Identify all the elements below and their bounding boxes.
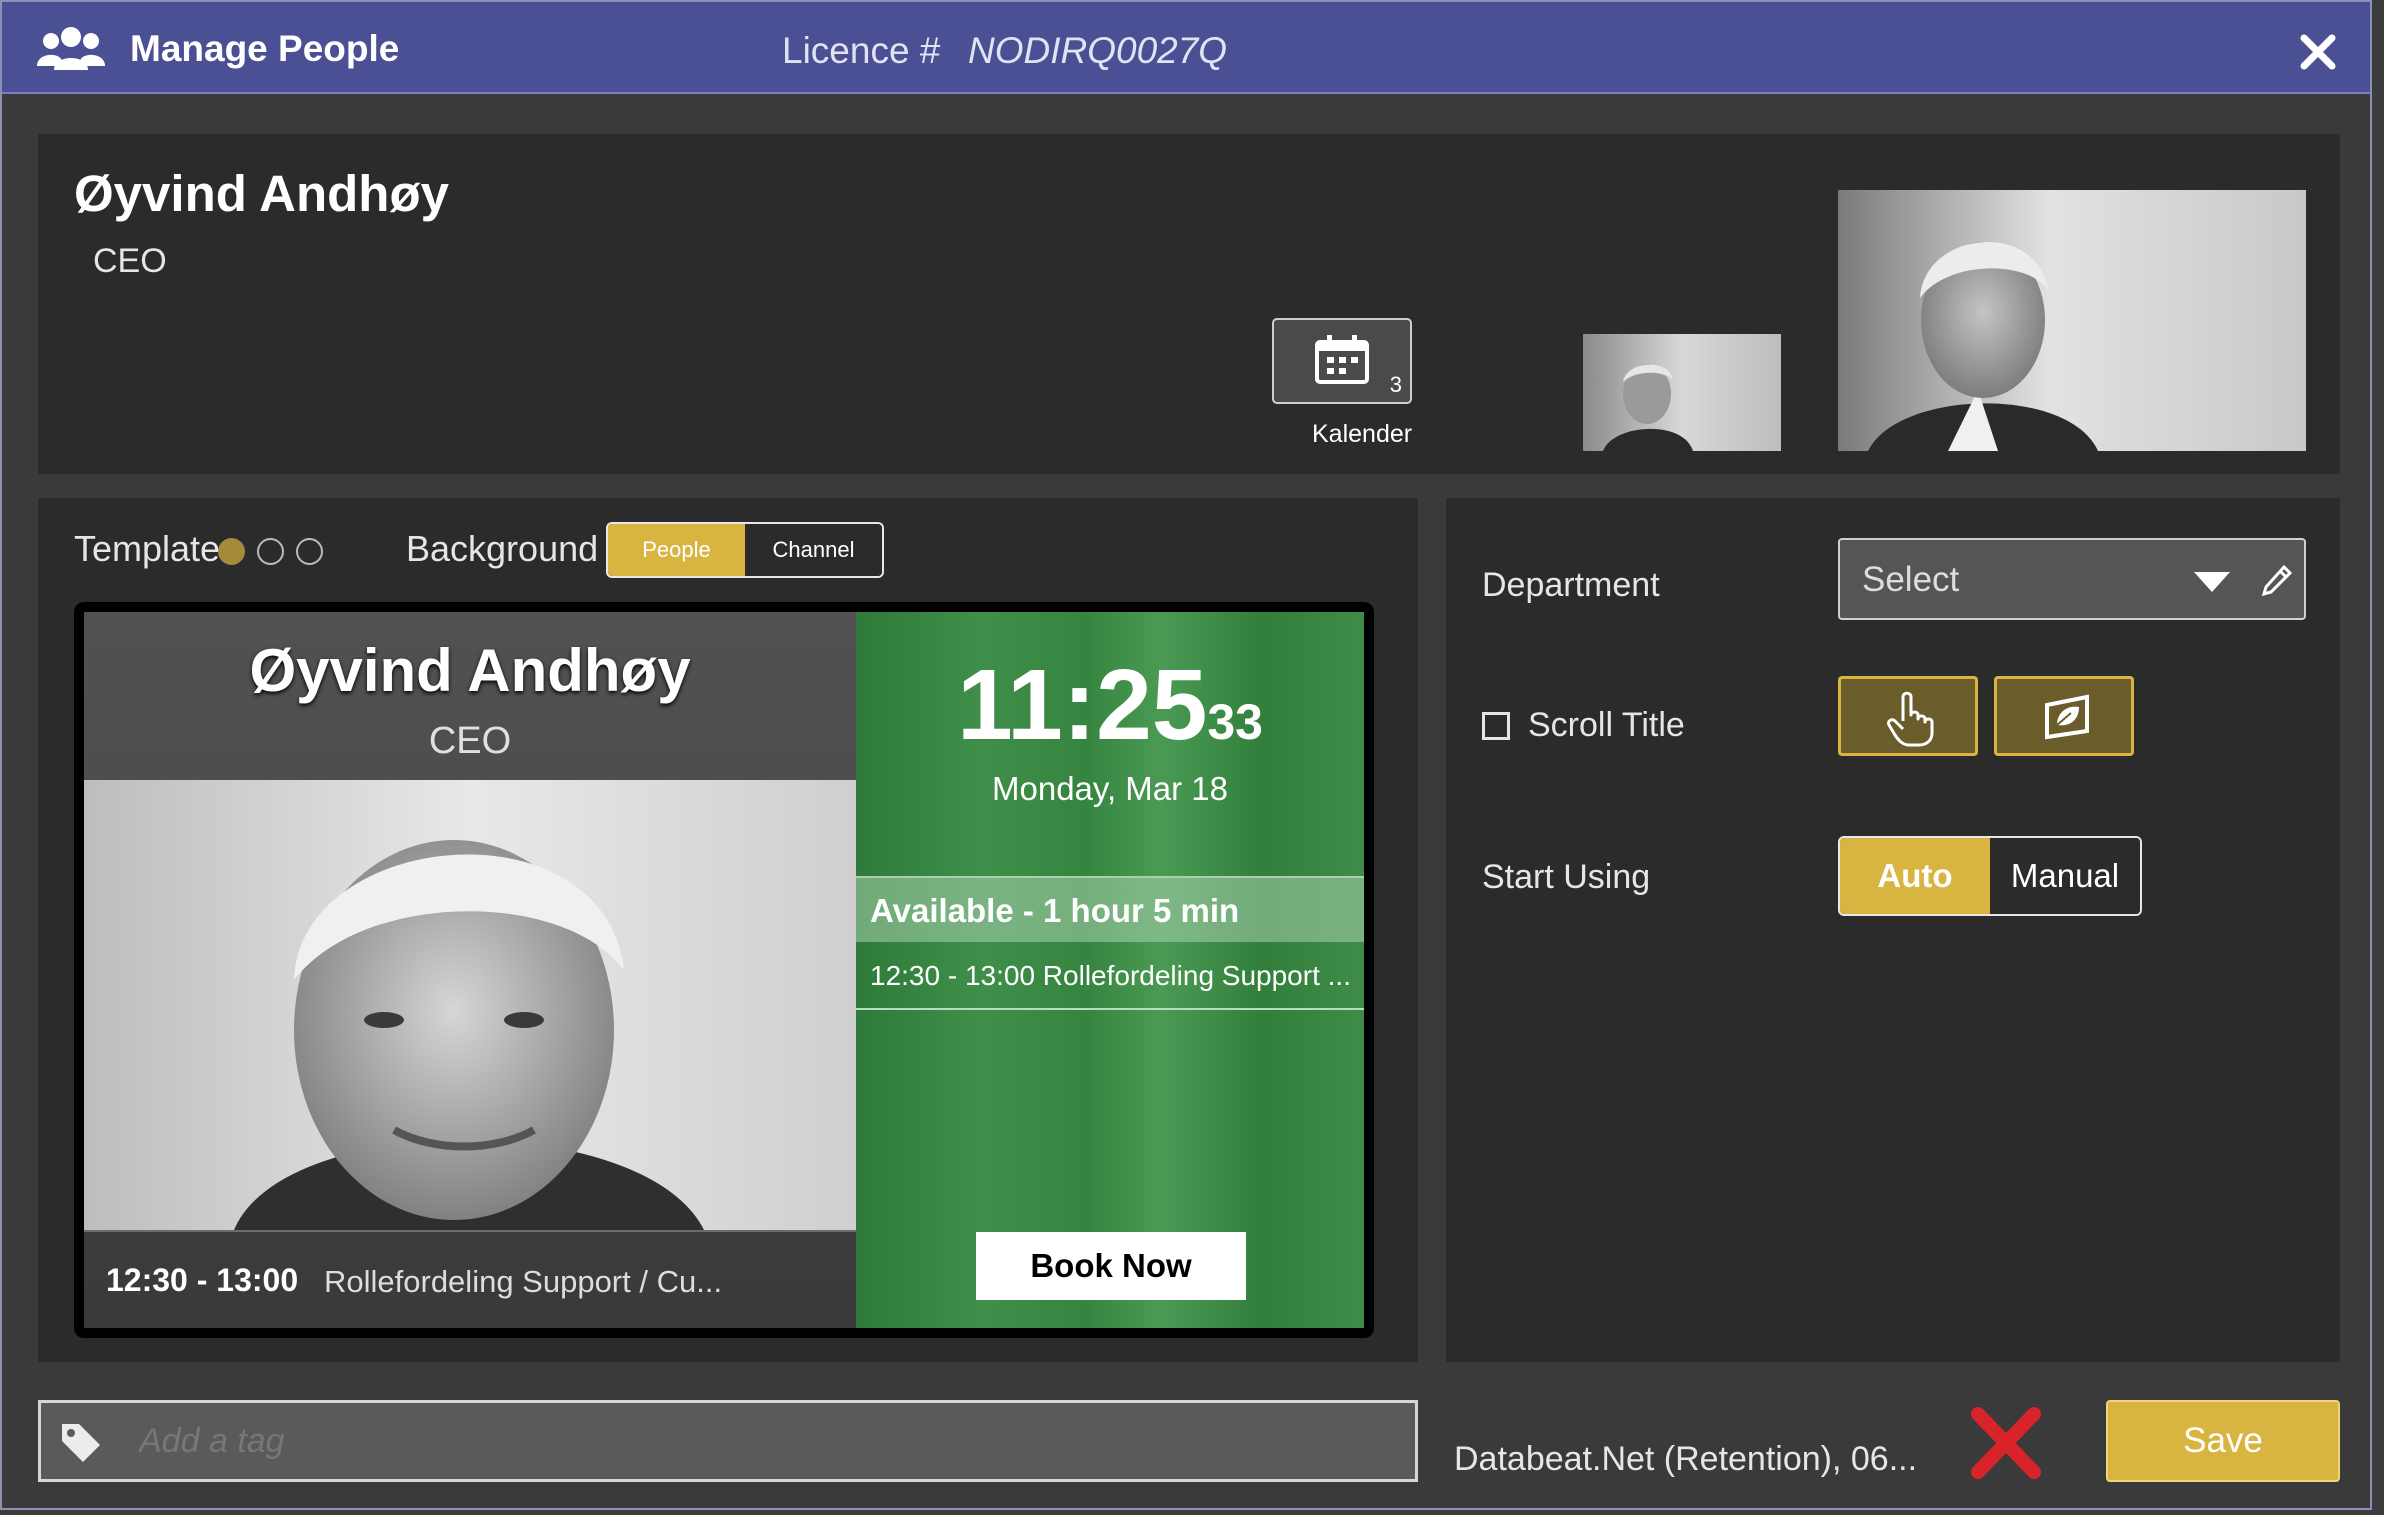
calendar-label: Kalender <box>1312 420 1413 448</box>
template-option-3[interactable] <box>296 538 323 565</box>
template-label: Template <box>74 528 221 569</box>
start-using-auto[interactable]: Auto <box>1840 838 1990 914</box>
preview-schedule-row: 12:30 - 13:00 Rollefordeling Support ... <box>856 942 1364 1010</box>
preview-next-meeting: 12:30 - 13:00 Rollefordeling Support / C… <box>84 1232 856 1328</box>
tag-input[interactable] <box>139 1413 1399 1469</box>
calendar-icon <box>1315 335 1369 384</box>
template-option-2[interactable] <box>257 538 284 565</box>
preview-name-banner: Øyvind Andhøy CEO <box>84 612 856 780</box>
tag-icon <box>62 1424 100 1462</box>
start-using-label: Start Using <box>1482 858 1651 896</box>
eco-mode-button[interactable] <box>1994 676 2134 756</box>
preview-clock-seconds: 33 <box>1207 694 1263 750</box>
channel-status-text: Databeat.Net (Retention), 06... <box>1454 1440 1918 1478</box>
delete-icon[interactable] <box>1968 1406 2044 1482</box>
eco-screen-icon <box>2045 694 2089 740</box>
background-option-people[interactable]: People <box>608 524 745 576</box>
preview-schedule-area: 11:2533 Monday, Mar 18 Available - 1 hou… <box>856 612 1364 1328</box>
close-icon[interactable] <box>2298 32 2338 72</box>
department-label: Department <box>1482 566 1660 604</box>
person-photo-small[interactable] <box>1583 334 1781 451</box>
preview-schedule-text: 12:30 - 13:00 Rollefordeling Support ... <box>870 960 1351 991</box>
preview-person-name: Øyvind Andhøy <box>249 637 691 704</box>
preview-availability-text: Available - 1 hour 5 min <box>870 892 1240 929</box>
preview-clock-time: 11:25 <box>957 649 1208 761</box>
sign-preview: Øyvind Andhøy CEO 12:30 - 13:00 Rollefor… <box>74 602 1374 1338</box>
window-title: Manage People <box>130 28 400 69</box>
start-using-toggle: Auto Manual <box>1838 836 2142 916</box>
settings-panel: Department Select Scroll Title Start Usi… <box>1446 498 2340 1362</box>
department-select[interactable]: Select <box>1838 538 2306 620</box>
preview-person-area: Øyvind Andhøy CEO 12:30 - 13:00 Rollefor… <box>84 612 856 1328</box>
person-title: CEO <box>93 242 167 280</box>
template-option-1[interactable] <box>218 538 245 565</box>
background-toggle: People Channel <box>606 522 884 578</box>
tag-field <box>38 1400 1418 1482</box>
scroll-title-label: Scroll Title <box>1528 706 1685 744</box>
people-group-icon <box>37 27 105 70</box>
background-label: Background <box>406 528 599 569</box>
background-option-channel[interactable]: Channel <box>745 524 882 576</box>
touch-mode-button[interactable] <box>1838 676 1978 756</box>
person-name: Øyvind Andhøy <box>74 165 449 222</box>
template-selector <box>218 538 323 565</box>
licence-value: NODIRQ0027Q <box>968 30 1228 71</box>
preview-clock: 11:2533 <box>856 648 1364 763</box>
person-photo-large[interactable] <box>1838 190 2306 451</box>
pencil-icon[interactable] <box>2260 564 2292 598</box>
start-using-manual[interactable]: Manual <box>1990 838 2140 914</box>
template-panel: Template Background People Channel Øyvin… <box>38 498 1418 1362</box>
title-bar: Manage People Licence # NODIRQ0027Q <box>2 2 2370 94</box>
chevron-down-icon <box>2194 572 2230 592</box>
department-select-value: Select <box>1862 560 1960 599</box>
scroll-title-checkbox[interactable] <box>1482 712 1510 740</box>
preview-date: Monday, Mar 18 <box>992 770 1228 807</box>
preview-person-photo <box>84 780 856 1230</box>
person-header-panel: Øyvind Andhøy CEO 3 Kalender <box>38 134 2340 474</box>
preview-availability-bar: Available - 1 hour 5 min <box>856 876 1364 942</box>
preview-person-title: CEO <box>428 720 512 762</box>
calendar-count: 3 <box>1389 372 1402 397</box>
save-button[interactable]: Save <box>2106 1400 2340 1482</box>
licence-label: Licence # <box>782 30 941 71</box>
preview-meeting-time: 12:30 - 13:00 <box>106 1262 299 1298</box>
calendar-button[interactable]: 3 <box>1272 318 1412 404</box>
preview-book-now-button: Book Now <box>976 1232 1246 1300</box>
hand-pointer-icon <box>1887 691 1934 747</box>
manage-people-window: Manage People Licence # NODIRQ0027Q Øyvi… <box>0 0 2372 1510</box>
preview-meeting-title: Rollefordeling Support / Cu... <box>324 1264 723 1299</box>
